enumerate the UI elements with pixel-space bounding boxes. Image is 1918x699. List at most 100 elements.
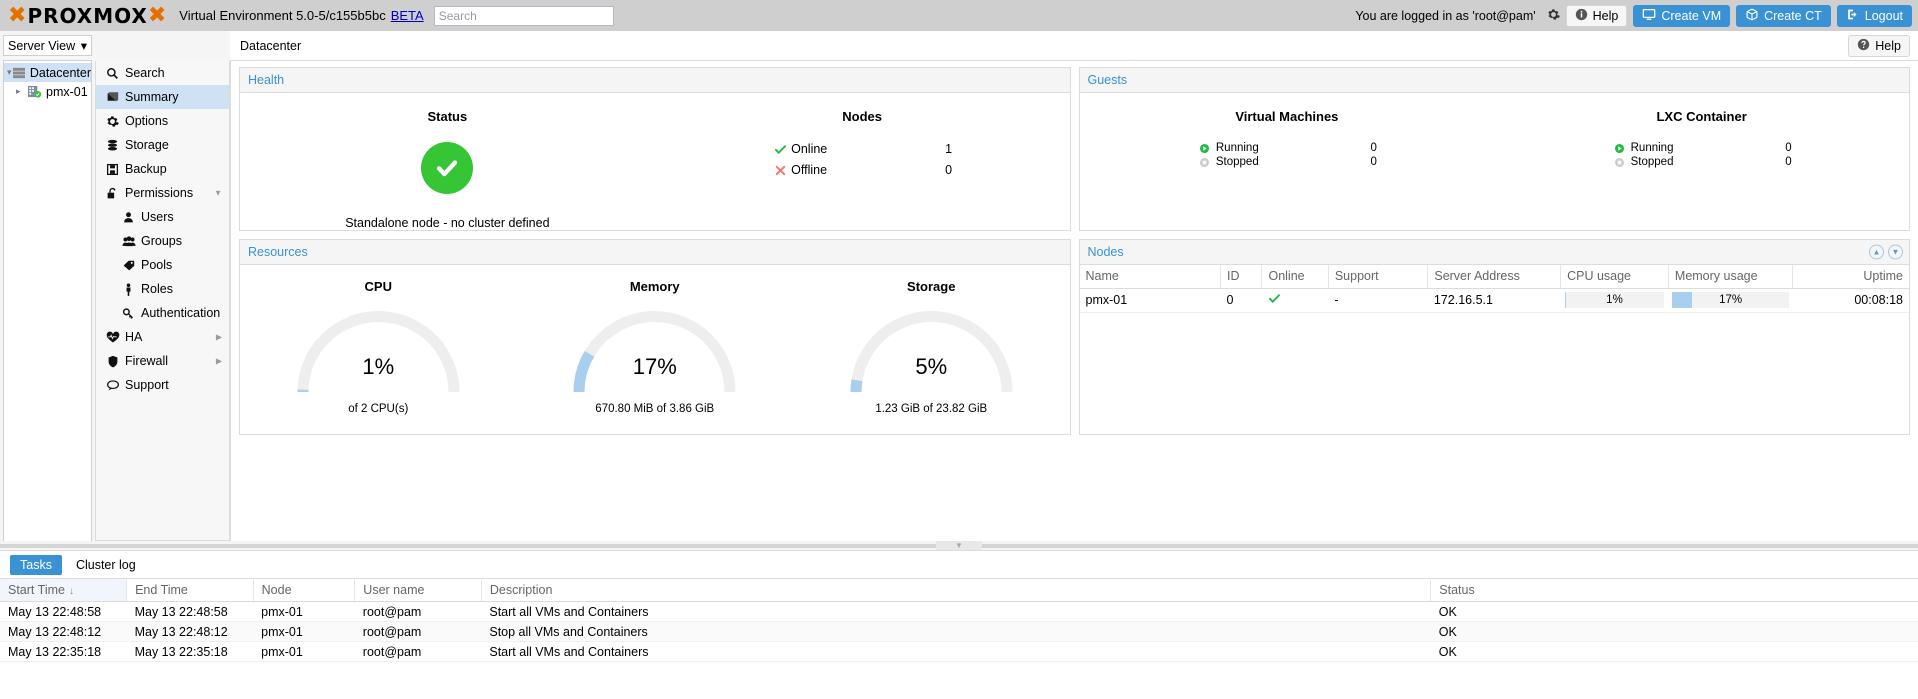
gauge-storage-sub: 1.23 GiB of 23.82 GiB: [875, 403, 988, 415]
cpu-usage-meter: 1%: [1564, 292, 1665, 308]
help-button-top-label: Help: [1592, 8, 1619, 23]
tree-item-datacenter[interactable]: ▾ Datacenter: [4, 63, 91, 82]
tasks-col-user-name[interactable]: User name: [354, 578, 482, 602]
table-row[interactable]: May 13 22:48:58 May 13 22:48:58 pmx-01 r…: [0, 601, 1918, 622]
nav-item-authentication[interactable]: Authentication: [96, 301, 229, 325]
content-column: Datacenter Help Health Status Standalone…: [230, 31, 1918, 541]
chevron-right-icon[interactable]: ▶: [216, 357, 222, 366]
nav-item-roles[interactable]: Roles: [96, 277, 229, 301]
server-tree: ▾ Datacenter ▸ pmx-01: [3, 60, 92, 541]
cpu-usage-value: 1%: [1606, 294, 1623, 306]
gauge-cpu-arc: 1%: [291, 302, 466, 394]
cross-icon: [772, 164, 788, 177]
create-ct-button[interactable]: Create CT: [1736, 4, 1831, 27]
table-row[interactable]: pmx-01 0 - 172.16.5.1 1% 17% 00:08:18: [1079, 288, 1909, 313]
cpu-usage-meter-fill: [1564, 292, 1566, 308]
nodes-col-online[interactable]: Online: [1261, 265, 1329, 289]
task-start-time: May 13 22:48:12: [0, 621, 127, 642]
user-icon: [120, 211, 137, 224]
help-button-top[interactable]: Help: [1565, 4, 1628, 27]
nodes-col-id[interactable]: ID: [1220, 265, 1263, 289]
guests-vm-running-value: 0: [1370, 142, 1377, 154]
nodes-col-uptime[interactable]: Uptime: [1792, 265, 1909, 289]
chevron-up-circle-icon[interactable]: ▲: [1869, 244, 1884, 260]
tab-tasks[interactable]: Tasks: [10, 554, 62, 575]
person-icon: [120, 282, 137, 296]
splitter-collapse-handle[interactable]: ▼: [936, 541, 982, 550]
brand-version-text: Virtual Environment 5.0-5/c155b5bc: [179, 8, 386, 23]
health-panel: Health Status Standalone node - no clust…: [239, 67, 1071, 231]
nav-item-firewall[interactable]: Firewall ▶: [96, 349, 229, 373]
gauge-storage-title: Storage: [907, 279, 956, 294]
guests-lxc-stopped-row: Stopped 0: [1612, 156, 1792, 168]
nav-item-options-label: Options: [125, 114, 169, 128]
guests-lxc-stopped-value: 0: [1785, 156, 1792, 168]
nodes-col-cpu-usage[interactable]: CPU usage: [1560, 265, 1669, 289]
beta-link[interactable]: BETA: [391, 8, 424, 23]
nav-item-search[interactable]: Search: [96, 61, 229, 85]
nav-item-summary[interactable]: Summary: [96, 85, 229, 109]
chevron-right-icon[interactable]: ▶: [216, 333, 222, 342]
logo-text: PROXMOX: [27, 3, 148, 28]
chevron-right-icon[interactable]: ▸: [16, 86, 27, 97]
server-tree-column: Server View ▾ ▾ Datacenter ▸ pmx-01: [0, 31, 95, 541]
nodes-col-support[interactable]: Support: [1328, 265, 1429, 289]
nav-item-backup-label: Backup: [125, 162, 167, 176]
shield-icon: [104, 355, 121, 368]
nav-item-options[interactable]: Options: [96, 109, 229, 133]
health-offline-value: 0: [945, 163, 953, 177]
nav-item-pools[interactable]: Pools: [96, 253, 229, 277]
nav-item-groups[interactable]: Groups: [96, 229, 229, 253]
chevron-down-icon: ▼: [955, 541, 963, 550]
nav-item-users-label: Users: [141, 210, 174, 224]
create-vm-button[interactable]: Create VM: [1633, 4, 1731, 27]
nodes-col-name[interactable]: Name: [1079, 265, 1221, 289]
tasks-col-start-time[interactable]: Start Time ↓: [0, 578, 128, 602]
panel-splitter[interactable]: ▼: [0, 541, 1918, 550]
gauge-memory-sub: 670.80 MiB of 3.86 GiB: [595, 403, 715, 415]
nav-item-users[interactable]: Users: [96, 205, 229, 229]
guests-panel: Guests Virtual Machines Running 0 Stoppe…: [1078, 67, 1910, 231]
nav-item-support[interactable]: Support: [96, 373, 229, 397]
resources-panel: Resources CPU 1% of 2 CPU(s) Memory 17% …: [239, 239, 1071, 435]
nav-item-storage[interactable]: Storage: [96, 133, 229, 157]
guests-vm-running-row: Running 0: [1197, 142, 1377, 154]
nodes-col-server-address[interactable]: Server Address: [1427, 265, 1562, 289]
nav-item-permissions[interactable]: Permissions ▼: [96, 181, 229, 205]
tasks-col-node[interactable]: Node: [253, 578, 356, 602]
tasks-col-description[interactable]: Description: [481, 578, 1432, 602]
chevron-down-circle-icon[interactable]: ▼: [1888, 244, 1903, 260]
tree-item-pmx-01[interactable]: ▸ pmx-01: [4, 82, 91, 101]
nodes-col-memory-usage[interactable]: Memory usage: [1668, 265, 1794, 289]
health-panel-header: Health: [240, 68, 1070, 93]
nav-item-ha[interactable]: HA ▶: [96, 325, 229, 349]
nav-item-backup[interactable]: Backup: [96, 157, 229, 181]
guests-vm-stopped-label: Stopped: [1215, 156, 1259, 168]
table-row[interactable]: May 13 22:48:12 May 13 22:48:12 pmx-01 r…: [0, 621, 1918, 642]
tasks-table-wrap: Start Time ↓ End Time Node User name Desc…: [0, 578, 1918, 699]
gauge-storage-value: 5%: [915, 354, 948, 379]
nav-item-support-label: Support: [125, 378, 169, 392]
tasks-col-end-time[interactable]: End Time: [126, 578, 254, 602]
node-memory-usage-cell: 17%: [1668, 288, 1793, 313]
tab-cluster-log[interactable]: Cluster log: [66, 555, 146, 575]
gauge-cpu-title: CPU: [364, 279, 392, 294]
tasks-table-header-row: Start Time ↓ End Time Node User name Desc…: [0, 578, 1918, 602]
tasks-col-status[interactable]: Status: [1430, 578, 1918, 602]
view-selector[interactable]: Server View ▾: [3, 35, 92, 56]
health-status-title: Status: [427, 109, 468, 124]
chevron-down-icon[interactable]: ▼: [214, 189, 222, 198]
sort-desc-icon: ↓: [68, 586, 74, 597]
task-end-time: May 13 22:48:12: [126, 621, 254, 642]
node-support: -: [1328, 288, 1428, 313]
logout-button[interactable]: Logout: [1836, 4, 1912, 27]
help-button-content[interactable]: Help: [1848, 34, 1910, 57]
datacenter-nav: Search Summary Options Storage Backup Pe…: [95, 61, 230, 541]
group-icon: [120, 235, 137, 248]
task-status: OK: [1430, 641, 1918, 662]
table-row[interactable]: May 13 22:35:18 May 13 22:35:18 pmx-01 r…: [0, 641, 1918, 662]
gear-icon[interactable]: [1547, 8, 1560, 24]
health-offline-row: Offline 0: [772, 163, 952, 177]
health-nodes-title: Nodes: [842, 109, 882, 124]
search-input[interactable]: [433, 5, 614, 26]
